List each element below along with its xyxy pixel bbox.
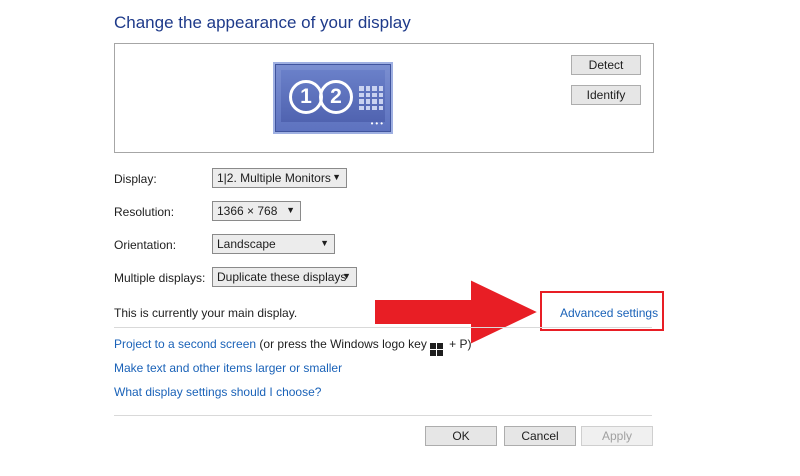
orientation-select-value: Landscape bbox=[217, 237, 276, 251]
section-divider bbox=[114, 327, 652, 328]
orientation-label: Orientation: bbox=[114, 238, 177, 252]
cancel-button[interactable]: Cancel bbox=[504, 426, 576, 446]
footer-divider bbox=[114, 415, 652, 416]
resolution-select[interactable]: 1366 × 768 ▼ bbox=[212, 201, 301, 221]
display-select[interactable]: 1|2. Multiple Monitors ▼ bbox=[212, 168, 347, 188]
display-preview-panel: 1 2 ••• Detect Identify bbox=[114, 43, 654, 153]
text-size-link[interactable]: Make text and other items larger or smal… bbox=[114, 361, 342, 375]
resolution-select-value: 1366 × 768 bbox=[217, 204, 278, 218]
monitor-number-1: 1 bbox=[289, 80, 323, 114]
project-hint-prefix: (or press the Windows logo key bbox=[256, 337, 427, 351]
multiple-displays-label: Multiple displays: bbox=[114, 271, 206, 285]
monitor-number-2: 2 bbox=[319, 80, 353, 114]
apply-button[interactable]: Apply bbox=[581, 426, 653, 446]
project-second-screen-link[interactable]: Project to a second screen bbox=[114, 337, 256, 351]
main-display-note: This is currently your main display. bbox=[114, 306, 298, 320]
identify-button[interactable]: Identify bbox=[571, 85, 641, 105]
monitor-dots: ••• bbox=[370, 119, 385, 128]
chevron-down-icon: ▼ bbox=[286, 205, 295, 215]
display-select-value: 1|2. Multiple Monitors bbox=[217, 171, 331, 185]
chevron-down-icon: ▼ bbox=[332, 172, 341, 182]
multiple-displays-select[interactable]: Duplicate these displays ▼ bbox=[212, 267, 357, 287]
detect-button[interactable]: Detect bbox=[571, 55, 641, 75]
project-second-screen-row: Project to a second screen (or press the… bbox=[114, 337, 472, 356]
monitor-thumbnail[interactable]: 1 2 ••• bbox=[273, 62, 393, 134]
chevron-down-icon: ▼ bbox=[320, 238, 329, 248]
display-settings-help-link[interactable]: What display settings should I choose? bbox=[114, 385, 321, 399]
ok-button[interactable]: OK bbox=[425, 426, 497, 446]
project-hint-suffix: + P) bbox=[445, 337, 472, 351]
display-label: Display: bbox=[114, 172, 157, 186]
multiple-displays-select-value: Duplicate these displays bbox=[217, 270, 347, 284]
chevron-down-icon: ▼ bbox=[342, 271, 351, 281]
orientation-select[interactable]: Landscape ▼ bbox=[212, 234, 335, 254]
monitor-grid-icon bbox=[359, 86, 383, 110]
advanced-settings-link[interactable]: Advanced settings bbox=[560, 306, 658, 320]
monitor-screen: 1 2 bbox=[281, 70, 385, 122]
page-title: Change the appearance of your display bbox=[114, 13, 411, 32]
windows-logo-icon bbox=[429, 343, 443, 356]
resolution-label: Resolution: bbox=[114, 205, 175, 219]
